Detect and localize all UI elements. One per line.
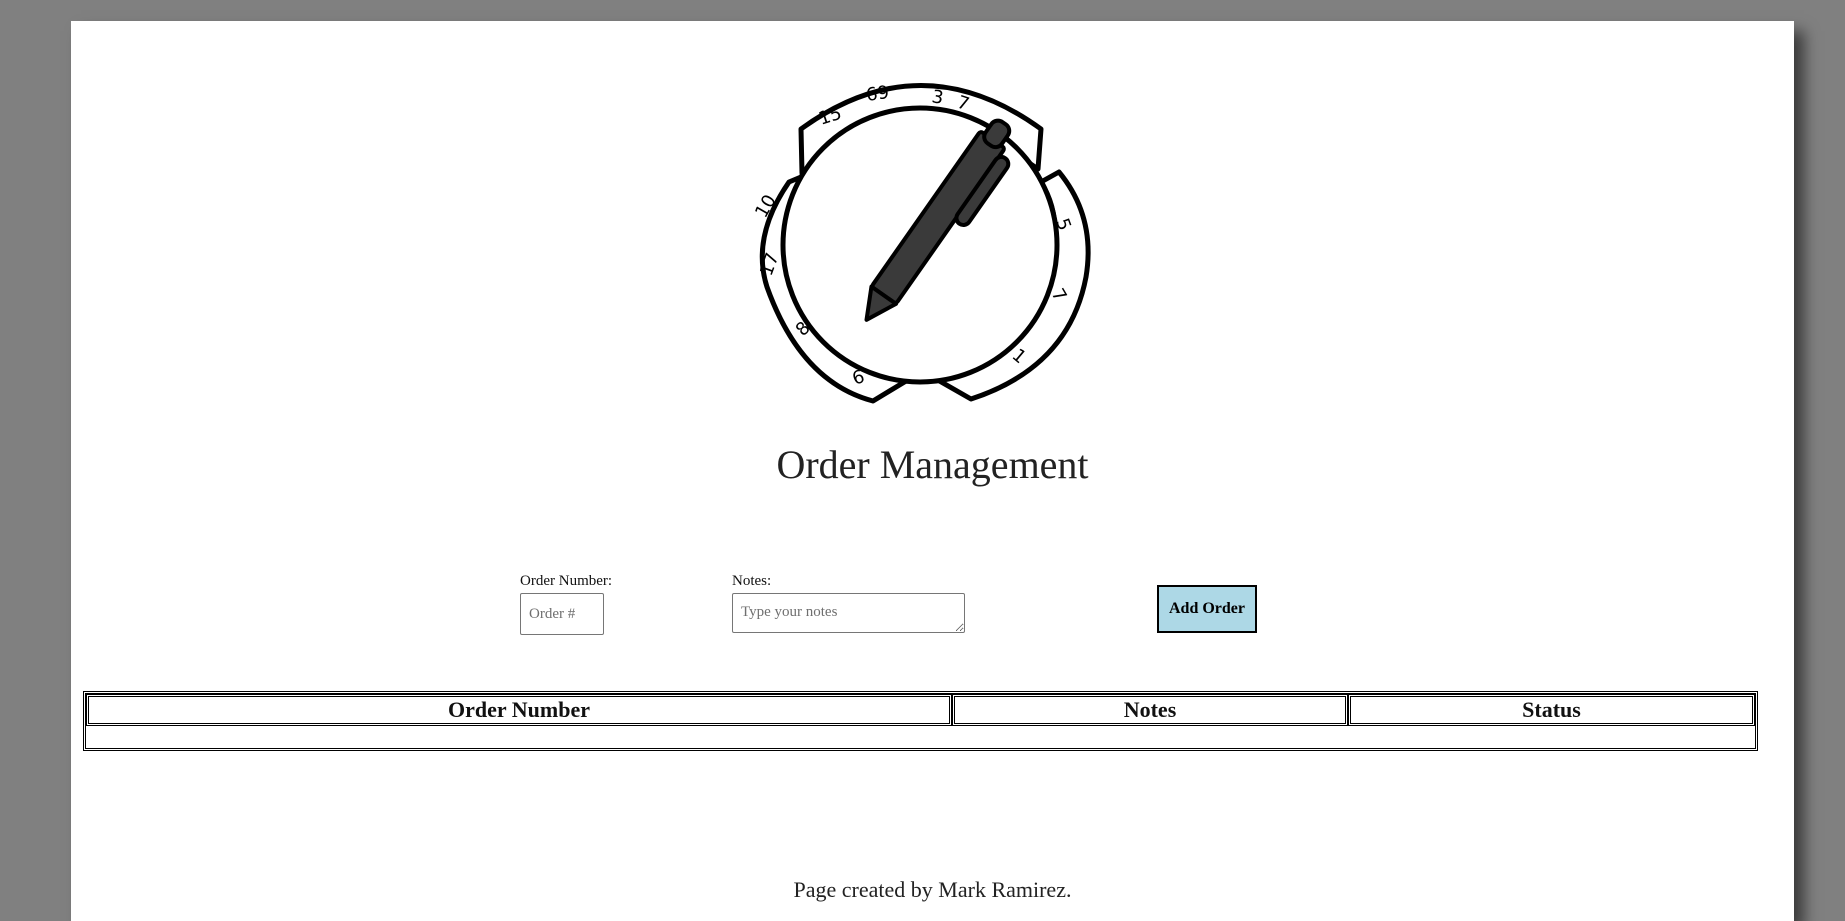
add-order-button[interactable]: Add Order (1157, 585, 1257, 633)
table-header-row: Order Number Notes Status (86, 694, 1755, 726)
footer-credit: Page created by Mark Ramirez. (793, 877, 1072, 902)
order-number-label: Order Number: (520, 573, 613, 589)
notes-label: Notes: (732, 573, 772, 589)
column-header-status: Status (1348, 694, 1755, 726)
orders-table: Order Number Notes Status (83, 691, 1758, 751)
notes-input[interactable] (732, 593, 965, 633)
page-container: 15 69 3 7 10 17 8 6 5 7 1 Order Manageme… (71, 21, 1794, 921)
orders-table-body (86, 726, 1755, 748)
order-number-input[interactable] (520, 593, 604, 635)
logo-number: 69 (865, 82, 891, 106)
column-header-order-number: Order Number (86, 694, 952, 726)
page-title: Order Management (776, 442, 1089, 487)
column-header-notes: Notes (952, 694, 1348, 726)
pen-and-ticket-logo: 15 69 3 7 10 17 8 6 5 7 1 (751, 82, 1091, 404)
